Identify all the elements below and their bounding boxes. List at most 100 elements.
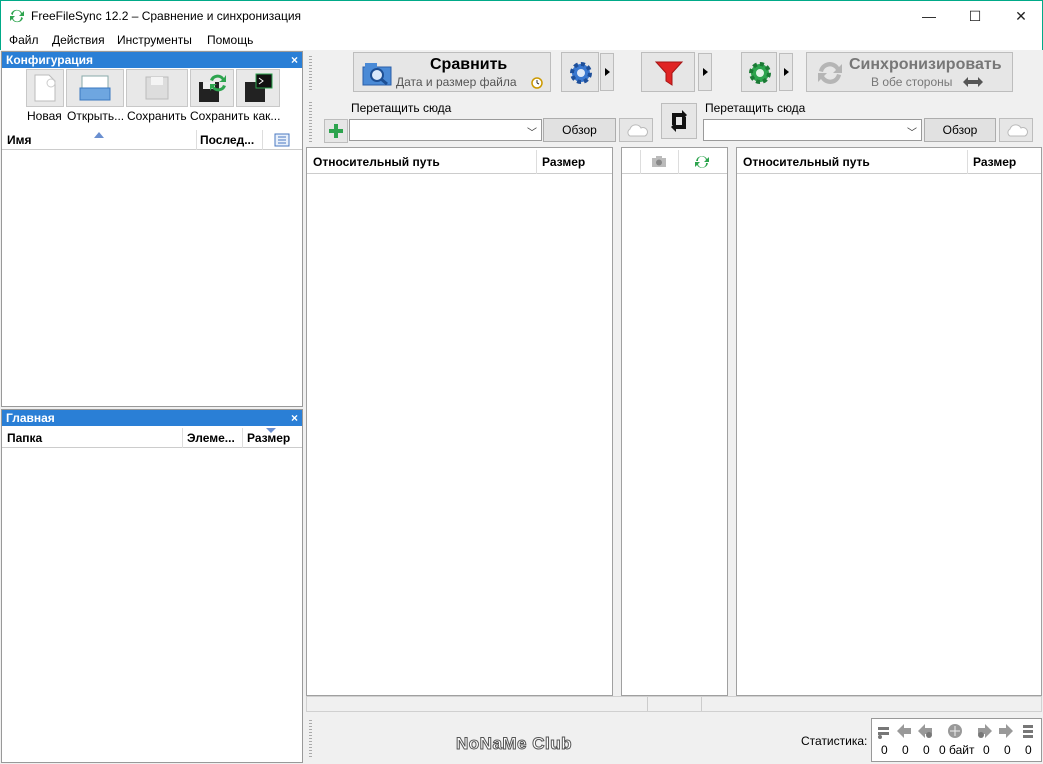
compare-search-icon <box>362 63 392 86</box>
overview-panel-close-icon[interactable]: × <box>291 410 298 426</box>
sync-direction-icon[interactable] <box>694 154 710 170</box>
camera-icon[interactable] <box>651 155 667 168</box>
left-column-relative-path[interactable]: Относительный путь <box>313 155 440 169</box>
overview-list-header: Папка Элеме... Размер <box>2 428 302 448</box>
save-batch-icon <box>245 73 273 102</box>
column-size[interactable]: Размер <box>247 431 290 445</box>
config-panel-close-icon[interactable]: × <box>291 52 298 68</box>
horizontal-scrollbar[interactable] <box>306 696 1042 712</box>
column-separator <box>536 150 537 174</box>
column-folder[interactable]: Папка <box>7 431 42 445</box>
add-folder-pair-button[interactable] <box>324 119 348 143</box>
column-separator <box>196 130 197 150</box>
right-browse-button[interactable]: Обзор <box>924 118 996 142</box>
sync-variant-label: В обе стороны <box>871 75 953 89</box>
left-grid-header: Относительный путь Размер <box>307 150 612 174</box>
right-column-size[interactable]: Размер <box>973 155 1016 169</box>
column-last-sync[interactable]: Послед... <box>200 133 254 147</box>
save-config-label: Сохранить <box>127 109 187 123</box>
compare-settings-button[interactable] <box>561 52 599 92</box>
new-file-icon <box>34 74 56 102</box>
column-separator <box>678 150 679 174</box>
watermark-logo: NoNaMe Club <box>456 734 573 754</box>
left-drop-label: Перетащить сюда <box>351 101 452 115</box>
stat-create-left-count: 0 <box>923 743 930 757</box>
delete-left-icon <box>878 727 889 739</box>
compare-variant-label: Дата и размер файла <box>396 75 517 89</box>
left-folder-input[interactable]: ﹀ <box>349 119 542 141</box>
chevron-down-icon[interactable]: ﹀ <box>527 124 537 139</box>
save-as-config-button[interactable] <box>190 69 234 107</box>
window-title: FreeFileSync 12.2 – Сравнение и синхрони… <box>31 9 302 23</box>
close-window-button[interactable]: ✕ <box>998 1 1043 31</box>
filter-button[interactable] <box>641 52 695 92</box>
left-column-size[interactable]: Размер <box>542 155 585 169</box>
right-file-grid[interactable]: Относительный путь Размер <box>736 147 1042 696</box>
column-items[interactable]: Элеме... <box>187 431 235 445</box>
swap-sides-button[interactable] <box>661 103 697 139</box>
save-batch-button[interactable] <box>236 69 280 107</box>
stat-delete-left-count: 0 <box>881 743 888 757</box>
compare-label: Сравнить <box>430 56 508 73</box>
create-right-icon <box>978 724 992 738</box>
compare-settings-dropdown[interactable] <box>600 53 614 91</box>
stat-create-right-count: 0 <box>983 743 990 757</box>
maximize-icon: ☐ <box>968 7 982 24</box>
data-size-icon <box>948 724 962 738</box>
right-column-relative-path[interactable]: Относительный путь <box>743 155 870 169</box>
left-browse-button[interactable]: Обзор <box>543 118 616 142</box>
left-cloud-button[interactable] <box>619 118 653 142</box>
save-config-button[interactable] <box>126 69 188 107</box>
column-separator <box>182 428 183 448</box>
sync-settings-dropdown[interactable] <box>779 53 793 91</box>
stat-update-right-count: 0 <box>1004 743 1011 757</box>
right-folder-input[interactable]: ﹀ <box>703 119 922 141</box>
statistics-box: 0 0 0 0 байт 0 0 0 <box>871 718 1042 762</box>
column-name[interactable]: Имя <box>7 133 32 147</box>
compare-button[interactable]: Сравнить Дата и размер файла <box>353 52 551 92</box>
column-settings-icon[interactable] <box>274 133 290 147</box>
swap-icon <box>671 110 687 132</box>
menu-help[interactable]: Помощь <box>207 33 253 47</box>
open-config-label: Открыть... <box>67 109 125 123</box>
open-config-button[interactable] <box>66 69 124 107</box>
arrow-left-icon <box>897 724 911 738</box>
sync-disabled-icon <box>818 62 842 84</box>
column-separator <box>967 150 968 174</box>
statusbar-grip[interactable] <box>309 720 312 758</box>
gear-green-icon <box>749 62 771 84</box>
close-icon: ✕ <box>1015 7 1027 24</box>
overview-panel-header: Главная × <box>2 410 302 426</box>
column-separator <box>262 130 263 150</box>
new-config-label: Новая <box>27 109 62 123</box>
right-drop-label: Перетащить сюда <box>705 101 806 115</box>
filter-dropdown[interactable] <box>698 53 712 91</box>
menu-actions[interactable]: Действия <box>52 33 105 47</box>
middle-action-grid[interactable] <box>621 147 728 696</box>
config-panel-title: Конфигурация <box>6 53 94 67</box>
chevron-down-icon[interactable]: ﹀ <box>907 124 917 139</box>
sort-ascending-icon <box>94 132 104 138</box>
new-config-button[interactable] <box>26 69 64 107</box>
synchronize-button[interactable]: Синхронизировать В обе стороны <box>806 52 1013 92</box>
save-icon <box>145 76 169 100</box>
menu-tools[interactable]: Инструменты <box>117 33 192 47</box>
minimize-button[interactable]: — <box>906 1 952 31</box>
filter-funnel-icon <box>654 61 684 86</box>
toolbar-grip[interactable] <box>309 56 312 90</box>
arrow-right-icon <box>999 724 1013 738</box>
folder-bar-grip[interactable] <box>309 102 312 142</box>
cloud-icon <box>1007 124 1028 137</box>
right-cloud-button[interactable] <box>999 118 1033 142</box>
left-file-grid[interactable]: Относительный путь Размер <box>306 147 613 696</box>
stat-delete-right-count: 0 <box>1025 743 1032 757</box>
config-panel: Конфигурация × Новая Открыть... Сохранит… <box>1 51 303 407</box>
right-grid-header: Относительный путь Размер <box>737 150 1041 174</box>
open-folder-icon <box>79 75 111 101</box>
maximize-button[interactable]: ☐ <box>952 1 998 31</box>
overview-panel-title: Главная <box>6 411 55 425</box>
gear-blue-icon <box>570 62 592 84</box>
menu-file[interactable]: Файл <box>9 33 39 47</box>
sync-settings-button[interactable] <box>741 52 777 92</box>
scrollbar-divider <box>701 697 702 711</box>
